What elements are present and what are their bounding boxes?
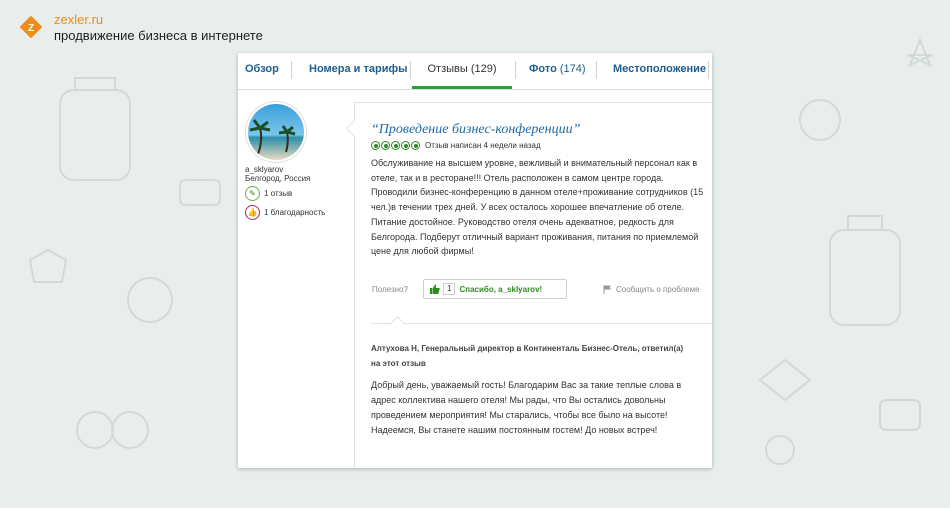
- helpful-label: Полезно?: [372, 285, 408, 294]
- tab-overview[interactable]: Обзор: [245, 53, 279, 89]
- management-response-body: Добрый день, уважаемый гость! Благодарим…: [371, 380, 682, 435]
- rating-bubble-icon: [381, 141, 390, 150]
- tab-separator: [515, 61, 516, 79]
- tab-separator: [410, 61, 411, 79]
- tab-separator: [291, 61, 292, 79]
- brand[interactable]: Z zexler.ru продвижение бизнеса в интерн…: [20, 13, 263, 44]
- thanks-button-count: 1: [443, 283, 456, 295]
- thanks-count-label: 1 благодарность: [264, 208, 326, 217]
- tab-photos[interactable]: Фото (174): [529, 53, 586, 89]
- reviewer-profile: a_sklyarov Белгород, Россия ✎ 1 отзыв 👍 …: [238, 90, 354, 468]
- review-count-icon: ✎: [245, 186, 260, 201]
- thanks-button-label: Спасибо, a_sklyarov!: [459, 284, 543, 294]
- brand-name[interactable]: zexler.ru: [54, 13, 263, 27]
- review-count-label: 1 отзыв: [264, 189, 293, 198]
- rating-bubble-icon: [401, 141, 410, 150]
- tab-separator: [596, 61, 597, 79]
- reviewer-thanks-count: 👍 1 благодарность: [245, 205, 325, 220]
- reviewer-avatar[interactable]: [246, 102, 306, 162]
- report-problem-label: Сообщить о проблеме: [616, 285, 700, 294]
- flag-icon: [603, 285, 611, 294]
- zexler-logo-icon: Z: [20, 16, 42, 38]
- rating-bubble-icon: [391, 141, 400, 150]
- review-title[interactable]: “Проведение бизнес-конференции”: [371, 122, 580, 138]
- thank-reviewer-button[interactable]: 1 Спасибо, a_sklyarov!: [423, 279, 567, 299]
- reviewer-review-count: ✎ 1 отзыв: [245, 186, 292, 201]
- reviewer-location: Белгород, Россия: [245, 174, 311, 183]
- tab-rooms-rates[interactable]: Номера и тарифы: [309, 53, 408, 89]
- rating-bubble-icon: [371, 141, 380, 150]
- review-body: Обслуживание на высшем уровне, вежливый …: [371, 158, 704, 257]
- hotel-review-card: Обзор Номера и тарифы Отзывы (129) Фото …: [238, 53, 712, 468]
- report-problem-link[interactable]: Сообщить о проблеме: [603, 285, 700, 294]
- tab-reviews[interactable]: Отзывы (129): [412, 53, 512, 89]
- tab-separator: [708, 61, 709, 79]
- tab-bar: Обзор Номера и тарифы Отзывы (129) Фото …: [238, 53, 712, 90]
- svg-text:Z: Z: [28, 23, 34, 34]
- review-rating: Отзыв написан 4 недели назад: [371, 141, 541, 150]
- brand-tagline: продвижение бизнеса в интернете: [54, 28, 263, 43]
- management-response-author: Алтухова Н, Генеральный директор в Конти…: [371, 344, 684, 368]
- thumbs-up-icon: [430, 284, 440, 294]
- thanks-count-icon: 👍: [245, 205, 260, 220]
- tab-location[interactable]: Местоположение: [613, 53, 706, 89]
- review-date: Отзыв написан 4 недели назад: [425, 141, 541, 150]
- response-divider: [371, 323, 712, 324]
- rating-bubble-icon: [411, 141, 420, 150]
- reviewer-username[interactable]: a_sklyarov: [245, 165, 283, 174]
